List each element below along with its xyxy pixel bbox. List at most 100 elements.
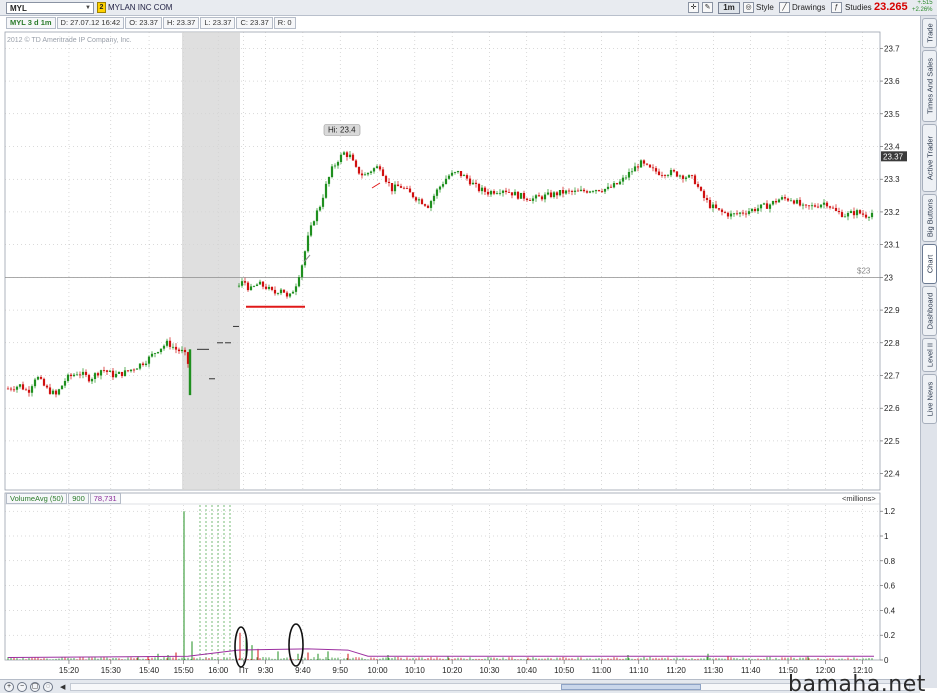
candle-body xyxy=(648,164,652,168)
candle-body xyxy=(267,286,271,289)
candle-body xyxy=(99,370,103,376)
volume-tick-label: 0.2 xyxy=(884,631,896,640)
candle-body xyxy=(300,265,304,278)
candle-body xyxy=(771,200,775,205)
candle-body xyxy=(288,293,292,297)
candle-body xyxy=(867,217,871,218)
scroll-left-icon[interactable]: ◀ xyxy=(60,683,65,691)
candle-body xyxy=(369,171,373,173)
candle-body xyxy=(312,221,316,226)
side-tab-level-ii[interactable]: Level II xyxy=(922,338,937,372)
candle-body xyxy=(645,163,649,165)
price-axis: 23.7 23.6 23.5 23.4 23.3 23.2 23.1 23 22.9 22.8 22… xyxy=(880,44,900,479)
volume-bars xyxy=(7,505,873,660)
candle-body xyxy=(33,379,37,387)
volume-tick-label: 1.2 xyxy=(884,507,896,516)
time-tick-label: 11:30 xyxy=(704,666,724,675)
candle-body xyxy=(36,376,40,380)
candle-body xyxy=(711,204,715,209)
candle-body xyxy=(57,389,61,395)
timeframe-button[interactable]: 1m xyxy=(718,2,740,14)
candle-body xyxy=(147,356,151,364)
candle-body xyxy=(435,189,439,196)
candle-body xyxy=(375,166,379,169)
candle-body xyxy=(642,160,646,164)
side-tab-chart[interactable]: Chart xyxy=(922,244,937,284)
candle-body xyxy=(18,384,22,387)
zoom-reset-icon[interactable]: ◌ xyxy=(43,682,53,692)
candle-body xyxy=(330,166,334,178)
candle-body xyxy=(600,191,604,192)
candle-body xyxy=(87,374,91,382)
candle-body xyxy=(828,206,832,208)
candle-body xyxy=(783,197,787,199)
side-tab-live-news[interactable]: Live News xyxy=(922,374,937,424)
scrollbar-thumb[interactable] xyxy=(561,684,701,690)
candle-body xyxy=(477,184,481,192)
annotation-arrow xyxy=(371,182,381,189)
candle-body xyxy=(513,191,517,196)
candle-body xyxy=(165,340,169,346)
candle-body xyxy=(324,183,328,198)
study-label[interactable]: MYL 3 d 1m xyxy=(6,17,56,29)
candle-body xyxy=(81,371,85,375)
bar-high: H: 23.37 xyxy=(162,17,200,29)
candle-body xyxy=(534,195,538,199)
candle-body xyxy=(171,346,175,348)
horizontal-scrollbar[interactable] xyxy=(70,683,910,691)
drawings-button[interactable]: Drawings xyxy=(792,2,825,14)
bar-close: C: 23.37 xyxy=(236,17,273,29)
side-tab-trade[interactable]: Trade xyxy=(922,18,937,48)
candle-body xyxy=(480,187,484,192)
side-tab-big-buttons[interactable]: Big Buttons xyxy=(922,194,937,242)
link-group-badge[interactable]: 2 xyxy=(97,2,106,13)
studies-button[interactable]: Studies xyxy=(845,2,872,14)
candle-body xyxy=(564,190,568,194)
candle-body xyxy=(681,175,685,179)
candle-body xyxy=(48,387,52,394)
zoom-in-icon[interactable]: + xyxy=(4,682,14,692)
time-tick-label: 10:10 xyxy=(405,666,426,675)
candle-body xyxy=(789,200,793,202)
candle-body xyxy=(45,385,49,388)
candle-body xyxy=(750,208,754,212)
candle-body xyxy=(684,177,688,179)
candle-body xyxy=(747,211,751,215)
candle-body xyxy=(507,192,511,193)
symbol-input[interactable]: MYL ▼ xyxy=(6,2,94,14)
candle-body xyxy=(351,154,355,161)
volume-study-label[interactable]: VolumeAvg (50) xyxy=(6,493,68,504)
candle-body xyxy=(606,186,610,189)
candle-body xyxy=(78,374,82,376)
candle-body xyxy=(285,292,289,297)
symbol-value: MYL xyxy=(10,4,27,13)
candle-body xyxy=(474,182,478,185)
candle-body xyxy=(75,374,79,376)
zoom-fit-icon[interactable]: ▢ xyxy=(30,682,40,692)
price-volume-chart[interactable]: 23.7 23.6 23.5 23.4 23.3 23.2 23.1 23 22.9 22.8 22… xyxy=(0,30,920,680)
pencil-icon[interactable]: ✎ xyxy=(702,2,713,13)
candle-body xyxy=(702,190,706,198)
volume-study-header: VolumeAvg (50) 900 78,731 xyxy=(6,493,122,504)
side-tab-times-and-sales[interactable]: Times And Sales xyxy=(922,50,937,122)
candle-body xyxy=(381,169,385,176)
candle-body xyxy=(255,284,259,287)
style-button[interactable]: Style xyxy=(756,2,774,14)
candle-body xyxy=(282,289,286,293)
candle-body xyxy=(465,175,469,179)
bar-open: O: 23.37 xyxy=(125,17,162,29)
candle-body xyxy=(639,160,643,168)
candle-body xyxy=(63,380,67,386)
crosshair-icon[interactable]: ✛ xyxy=(688,2,699,13)
candle-body xyxy=(819,204,823,208)
candle-body xyxy=(453,172,457,173)
zoom-out-icon[interactable]: − xyxy=(17,682,27,692)
candle-body xyxy=(720,209,724,212)
side-tab-dashboard[interactable]: Dashboard xyxy=(922,286,937,336)
side-tab-active-trader[interactable]: Active Trader xyxy=(922,124,937,192)
candle-body xyxy=(177,349,181,352)
candle-body xyxy=(39,376,43,379)
candle-body xyxy=(528,200,532,201)
side-tab-label: Active Trader xyxy=(925,135,934,181)
chevron-down-icon[interactable]: ▼ xyxy=(84,4,92,12)
